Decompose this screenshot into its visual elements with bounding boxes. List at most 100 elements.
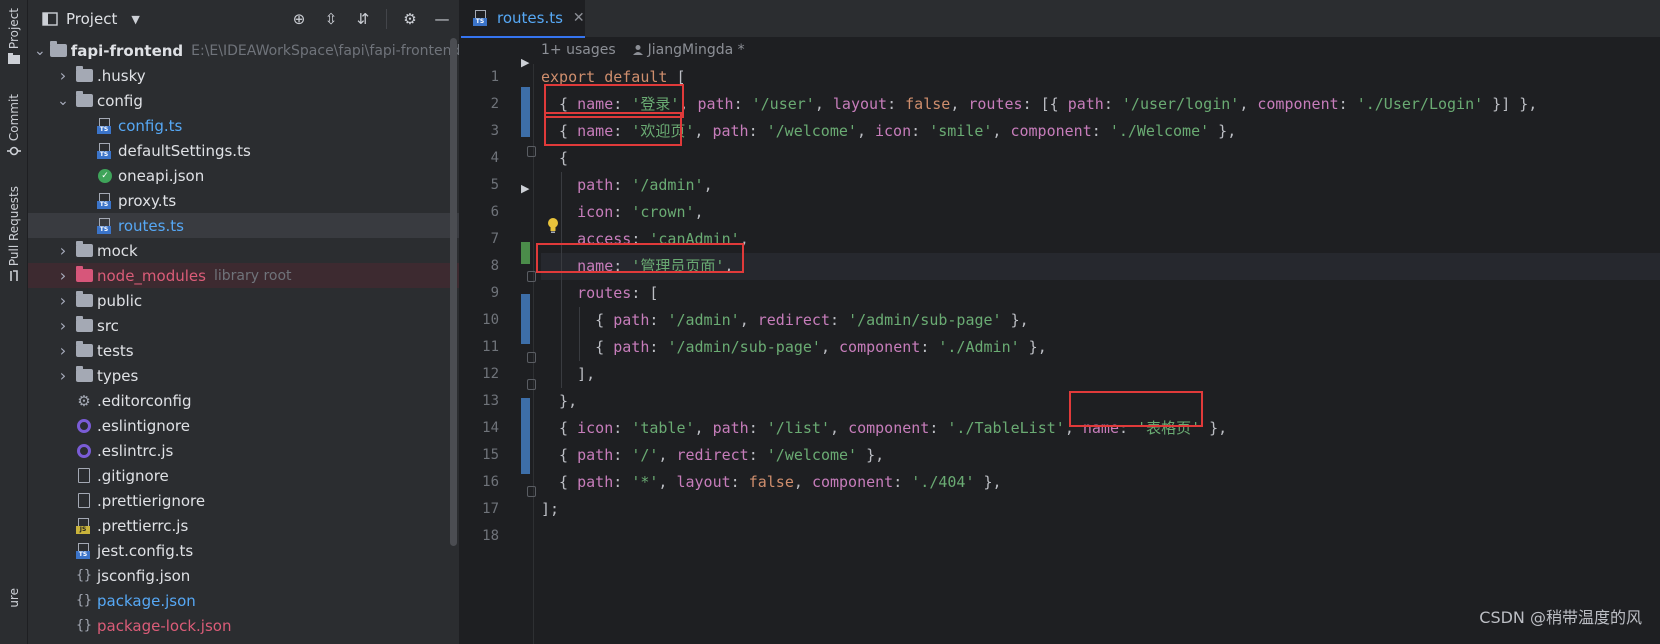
tree-item[interactable]: › .husky (28, 63, 459, 88)
commit-tool-label: Commit (7, 94, 21, 142)
tab-label: routes.ts (497, 9, 563, 27)
fold-toggle-icon[interactable] (527, 146, 536, 157)
header-separator (386, 9, 387, 29)
gear-icon[interactable]: ⚙ (401, 10, 419, 28)
json-file-icon: {} (76, 593, 92, 608)
hide-panel-icon[interactable]: — (433, 10, 451, 28)
chevron-right-icon[interactable]: › (55, 366, 71, 385)
locate-file-icon[interactable]: ⊕ (290, 10, 308, 28)
change-marker[interactable] (521, 398, 530, 474)
code-line[interactable]: { path: '*', layout: false, component: '… (541, 469, 1660, 496)
folder-icon (75, 366, 93, 384)
code-line[interactable]: { (541, 145, 1660, 172)
tree-item[interactable]: JS .prettierrc.js (28, 513, 459, 538)
close-tab-icon[interactable]: ✕ (573, 10, 585, 26)
tree-item[interactable]: TS jest.config.ts (28, 538, 459, 563)
code-token: path (712, 419, 749, 437)
tree-item[interactable]: TS routes.ts (28, 213, 459, 238)
tree-item[interactable]: {} package.json (28, 588, 459, 613)
code-line[interactable]: { name: '欢迎页', path: '/welcome', icon: '… (541, 118, 1660, 145)
project-tree-scrollbar[interactable] (450, 38, 457, 546)
fold-toggle-icon[interactable] (527, 271, 536, 282)
tree-item[interactable]: .prettierignore (28, 488, 459, 513)
added-line-marker[interactable] (521, 242, 530, 264)
code-token: : (893, 473, 912, 491)
tree-item-label: package.json (97, 591, 196, 610)
code-line[interactable]: { path: '/admin', redirect: '/admin/sub-… (541, 307, 1660, 334)
code-line[interactable]: ], (541, 361, 1660, 388)
tree-item[interactable]: ⌄ fapi-frontend E:\E\IDEAWorkSpace\fapi\fa… (28, 38, 459, 63)
chevron-down-icon[interactable]: ⌄ (34, 43, 46, 59)
tree-item[interactable]: TS config.ts (28, 113, 459, 138)
tree-item[interactable]: .eslintrc.js (28, 438, 459, 463)
tree-item[interactable]: {} jsconfig.json (28, 563, 459, 588)
tree-item[interactable]: ✓ oneapi.json (28, 163, 459, 188)
chevron-right-icon[interactable]: › (55, 341, 71, 360)
tree-item[interactable]: {} package-lock.json (28, 613, 459, 638)
run-gutter-icon[interactable]: ▶ (521, 56, 529, 69)
commit-tool-tab[interactable]: Commit (4, 94, 24, 157)
fold-toggle-icon[interactable] (527, 379, 536, 390)
code-line[interactable]: { path: '/admin/sub-page', component: '.… (541, 334, 1660, 361)
tree-item[interactable]: › node_modules library root (28, 263, 459, 288)
project-tool-tab[interactable]: Project (4, 8, 24, 65)
code-area[interactable]: export default [ { name: '登录', path: '/u… (541, 64, 1660, 550)
usages-hint[interactable]: 1+ usages (541, 42, 616, 58)
run-gutter-icon[interactable]: ▶ (521, 182, 529, 195)
code-token: : (1091, 122, 1110, 140)
tree-item-hint: library root (213, 267, 292, 284)
tree-item[interactable]: TS proxy.ts (28, 188, 459, 213)
tree-item[interactable]: .eslintignore (28, 413, 459, 438)
view-dropdown-chevron-icon[interactable]: ▼ (131, 13, 139, 26)
fold-toggle-icon[interactable] (527, 486, 536, 497)
code-token: , (950, 95, 969, 113)
code-line[interactable] (541, 523, 1660, 550)
code-line[interactable]: { name: '登录', path: '/user', layout: fal… (541, 91, 1660, 118)
tree-item[interactable]: › public (28, 288, 459, 313)
tree-item[interactable]: ⌄ config (28, 88, 459, 113)
tree-item[interactable]: › tests (28, 338, 459, 363)
chevron-right-icon[interactable]: › (55, 66, 71, 85)
author-hint[interactable]: JiangMingda * (632, 42, 745, 58)
tree-item[interactable]: ⚙ .editorconfig (28, 388, 459, 413)
tree-item[interactable]: .gitignore (28, 463, 459, 488)
chevron-right-icon[interactable]: › (55, 291, 71, 310)
change-marker[interactable] (521, 87, 530, 137)
code-line[interactable]: export default [ (541, 64, 1660, 91)
code-token: './Welcome' (1109, 122, 1210, 140)
api-json-icon: ✓ (96, 168, 114, 184)
code-token: , (856, 122, 875, 140)
code-token: }] }, (1483, 95, 1538, 113)
code-token: component (811, 473, 894, 491)
chevron-right-icon[interactable]: › (55, 316, 71, 335)
code-line[interactable]: path: '/admin', (541, 172, 1660, 199)
code-line[interactable]: ]; (541, 496, 1660, 523)
tree-item[interactable]: TS defaultSettings.ts (28, 138, 459, 163)
code-token: '/admin/sub-page' (667, 338, 821, 356)
code-token: '/admin' (631, 176, 704, 194)
tab-routes-ts[interactable]: TS routes.ts ✕ (461, 0, 585, 38)
chevron-down-icon[interactable]: ⌄ (55, 93, 71, 109)
code-token: '/user' (751, 95, 815, 113)
expand-all-icon[interactable]: ⇳ (322, 10, 340, 28)
collapse-all-icon[interactable]: ⇵ (354, 10, 372, 28)
pull-requests-tool-tab[interactable]: Pull Requests (4, 186, 24, 282)
fold-toggle-icon[interactable] (527, 352, 536, 363)
json-file-icon: {} (76, 618, 92, 633)
highlight-box-table-name (1069, 391, 1203, 427)
indent-guide (579, 334, 581, 361)
highlight-box-welcome-name (544, 112, 682, 146)
tree-item[interactable]: › mock (28, 238, 459, 263)
code-line[interactable]: icon: 'crown', (541, 199, 1660, 226)
tree-item[interactable]: › types (28, 363, 459, 388)
code-line[interactable]: routes: [ (541, 280, 1660, 307)
code-token: { (541, 338, 614, 356)
tree-item[interactable]: › src (28, 313, 459, 338)
chevron-right-icon[interactable]: › (55, 266, 71, 285)
change-marker[interactable] (521, 294, 530, 344)
folder-icon (75, 66, 93, 84)
chevron-right-icon[interactable]: › (55, 241, 71, 260)
structure-tool-tab[interactable]: ure (4, 588, 24, 608)
code-line[interactable]: { path: '/', redirect: '/welcome' }, (541, 442, 1660, 469)
